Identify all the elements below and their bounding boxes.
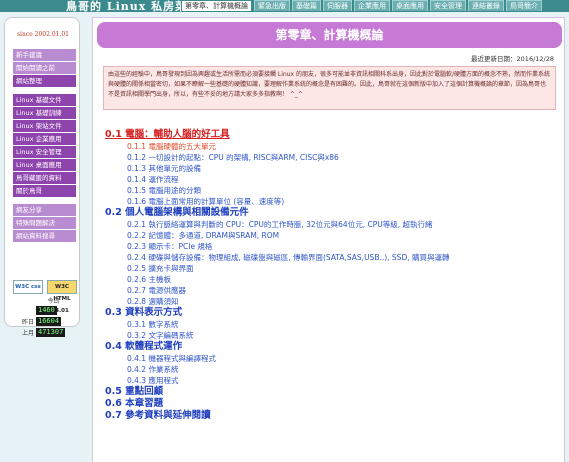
nav-tab[interactable]: 第零章、計算機概論 [181,0,252,11]
toc-subsection-link[interactable]: 0.1.1 電腦硬體的五大單元 [105,141,560,152]
sidebar-item[interactable]: Linux 企業應用 [13,133,76,146]
toc-subsection-link[interactable]: 0.1.3 其他單元的設備 [105,163,560,174]
site-title[interactable]: 鳥哥的 Linux 私房菜 [66,0,187,14]
counter-row-month: 上月 471307 [19,327,73,338]
since-date: since 2002.01.01 [16,31,70,38]
toc-subsection-link[interactable]: 0.2.7 電源供應器 [105,285,560,296]
sidebar-item[interactable]: Linux 基礎文件 [13,94,76,107]
toc-section-link[interactable]: 0.4 軟體程式運作 [105,341,560,353]
sidebar-item[interactable]: Linux 基礎訓練 [13,107,76,120]
nav-tab[interactable]: 基礎篇 [292,0,321,11]
toc-subsection-link[interactable]: 0.2.6 主機板 [105,274,560,285]
sidebar-item[interactable]: 開始閱讀之前 [13,62,76,75]
toc-subsection-link[interactable]: 0.4.2 作業系統 [105,364,560,375]
counter-row-today: 1460 [19,305,73,316]
chapter-title: 第零章、計算機概論 [97,22,562,48]
nav-tab[interactable]: 伺服器 [323,0,352,11]
nav-tab[interactable]: 連結叢錄 [468,0,504,11]
nav-tab[interactable]: 企業應用 [354,0,390,11]
toc-subsection-link[interactable]: 0.3.2 文字編碼系統 [105,330,560,341]
intro-box: 由這些的經驗中，鳥哥發現到因為興趣或生活所需而必須要接觸 Linux 的朋友，很… [103,66,556,110]
counter-month-label: 上月 [21,330,34,337]
toc-subsection-link[interactable]: 0.1.2 一切設計的起點：CPU 的架構, RISC與ARM, CISC與x8… [105,152,560,163]
nav-tab[interactable]: 鳥哥簡介 [506,0,542,11]
sidebar-item[interactable]: 網站整理 [13,75,76,88]
nav-tab[interactable]: 安全管理 [430,0,466,11]
last-updated: 最近更新日期：2016/12/28 [471,55,554,63]
toc-subsection-link[interactable]: 0.2.4 硬碟與儲存設備：物理組成, 磁碟盤與磁區, 傳輸界面(SATA,SA… [105,252,560,263]
toc-subsection-link[interactable]: 0.3.1 數字系統 [105,319,560,330]
toc-section-link[interactable]: 0.2 個人電腦架構與相關設備元件 [105,207,560,219]
toc-subsection-link[interactable]: 0.1.5 電腦用途的分類 [105,185,560,196]
nav-tabs: 第零章、計算機概論 緊急出版 基礎篇 伺服器 企業應用 桌面應用 安全管理 連結叢錄 鳥哥簡介 [181,0,544,12]
sidebar-item[interactable]: 網站資料搜尋 [13,230,76,243]
sidebar-item[interactable]: Linux 桌面應用 [13,159,76,172]
toc-section-link[interactable]: 0.7 參考資料與延伸閱讀 [105,410,560,422]
counter-today-value: 1460 [36,306,57,315]
w3c-html-badge[interactable]: W3C HTML 4.01 [47,280,77,314]
toc-subsection-link[interactable]: 0.4.3 應用程式 [105,375,560,386]
counter-today-label: 今日 [47,298,60,305]
counter-yesterday-value: 16604 [36,317,62,326]
counter-yesterday-label: 昨日 [21,319,34,326]
toc-section-link[interactable]: 0.1 電腦：輔助人腦的好工具 [105,129,560,141]
toc-subsection-link[interactable]: 0.2.3 顯示卡：PCIe 規格 [105,241,560,252]
sidebar-item[interactable]: Linux 架站文件 [13,120,76,133]
sidebar-item[interactable]: 特殊問題解決 [13,217,76,230]
visit-counter: 今日 1460 昨日 16604 上月 471307 [19,298,73,338]
toc-subsection-link[interactable]: 0.2.2 記憶體：多通道, DRAM與SRAM, ROM [105,230,560,241]
top-banner: 鳥哥的 Linux 私房菜 第零章、計算機概論 緊急出版 基礎篇 伺服器 企業應用 桌面應… [0,0,569,14]
sidebar-menu: 新手建議 開始閱讀之前 網站整理 Linux 基礎文件 Linux 基礎訓練 Linux … [13,49,76,243]
toc-subsection-link[interactable]: 0.1.4 運作流程 [105,174,560,185]
counter-row-yesterday: 昨日 16604 [19,316,73,327]
nav-tab[interactable]: 緊急出版 [254,0,290,11]
validator-badges: W3C css W3C HTML 4.01 [13,280,77,314]
counter-month-value: 471307 [36,328,66,337]
sidebar-item[interactable]: 鳥哥藏匿的資料 [13,172,76,185]
toc-section-link[interactable]: 0.5 重點回顧 [105,386,560,398]
toc-subsection-link[interactable]: 0.2.1 執行脈絡運算與判斷的 CPU：CPU的工作時脈, 32位元與64位元… [105,219,560,230]
nav-tab[interactable]: 桌面應用 [392,0,428,11]
sidebar-item[interactable]: 新手建議 [13,49,76,62]
sidebar-item[interactable]: 網友分享 [13,204,76,217]
table-of-contents: 0.1 電腦：輔助人腦的好工具 0.1.1 電腦硬體的五大單元 0.1.2 一切設計… [105,129,560,422]
toc-subsection-link[interactable]: 0.2.5 擴充卡與界面 [105,263,560,274]
toc-subsection-link[interactable]: 0.4.1 機器程式與編譯程式 [105,353,560,364]
w3c-css-badge[interactable]: W3C css [13,280,43,294]
toc-subsection-link[interactable]: 0.2.8 選購須知 [105,296,560,307]
toc-subsection-link[interactable]: 0.1.6 電腦上面常用的計算單位 (容量、速度等) [105,196,560,207]
sidebar: since 2002.01.01 新手建議 開始閱讀之前 網站整理 Linux 基礎文… [4,17,80,337]
toc-section-link[interactable]: 0.3 資料表示方式 [105,307,560,319]
sidebar-item[interactable]: 關於鳥哥 [13,185,76,198]
sidebar-item[interactable]: Linux 安全管理 [13,146,76,159]
toc-section-link[interactable]: 0.6 本章習題 [105,398,560,410]
main-content: 第零章、計算機概論 最近更新日期：2016/12/28 由這些的經驗中，鳥哥發現… [92,17,565,462]
